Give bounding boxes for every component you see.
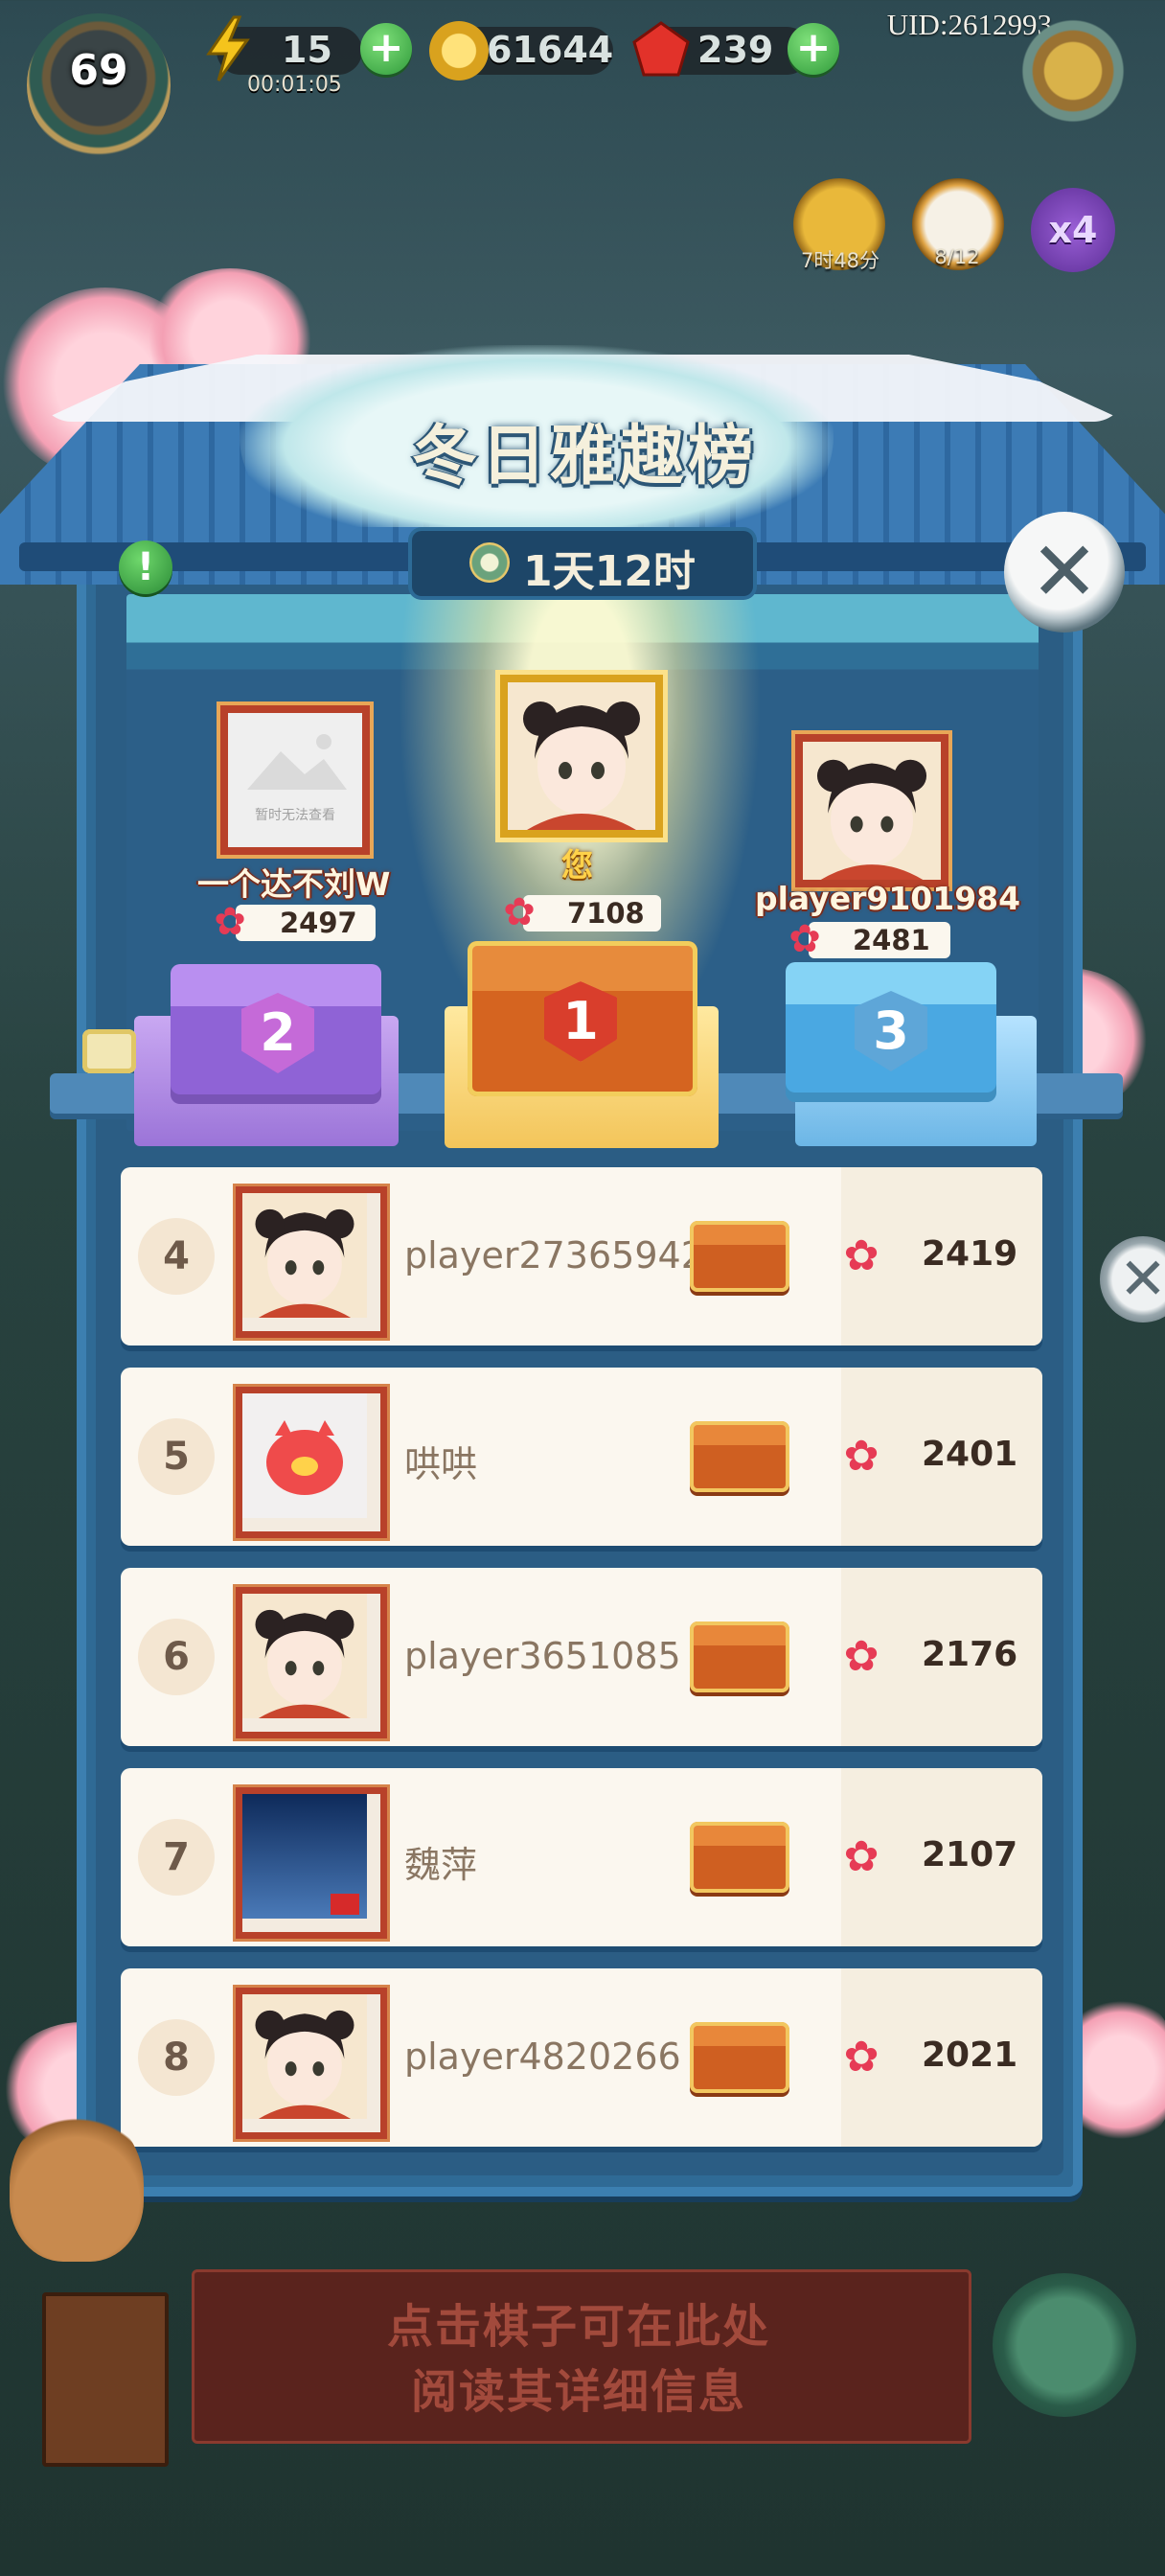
energy-count: 15: [282, 29, 332, 71]
energy-timer: 00:01:05: [247, 73, 342, 97]
plum-flower-icon: ✿: [843, 1231, 879, 1280]
girl-avatar-icon: [242, 1994, 380, 2123]
avatar-third[interactable]: [795, 734, 948, 887]
name-first: 您: [561, 846, 593, 884]
avatar-first[interactable]: [500, 675, 663, 838]
player-name: player27365942: [404, 1234, 704, 1276]
countdown-text: 1天12时: [523, 547, 696, 596]
pig-avatar-icon: [242, 1393, 380, 1522]
player-name: player3651085: [404, 1635, 681, 1677]
reward-chest-icon[interactable]: [690, 1622, 789, 1692]
row-avatar[interactable]: [236, 1988, 387, 2139]
gem-count: 239: [697, 29, 774, 71]
reward-chest-icon[interactable]: [690, 2022, 789, 2093]
capybara-decoration: [10, 2108, 144, 2262]
row-avatar[interactable]: [236, 1587, 387, 1738]
avatar-second[interactable]: 暂时无法查看: [220, 705, 370, 855]
reward-chest-icon[interactable]: [690, 1221, 789, 1292]
image-placeholder-icon: [228, 713, 362, 847]
palace-menu-button[interactable]: [1016, 12, 1131, 130]
clock-icon: [469, 542, 510, 583]
score-third: 2481: [853, 924, 930, 956]
rank-number: 5: [138, 1418, 215, 1495]
girl-avatar-icon: [803, 742, 941, 880]
girl-avatar-icon: [242, 1594, 380, 1722]
hint-line-1: 点击棋子可在此处: [386, 2300, 770, 2354]
plum-flower-icon: ✿: [214, 900, 246, 944]
speed-multiplier-button[interactable]: x4: [1031, 188, 1115, 272]
player-level: 69: [69, 46, 128, 95]
plum-flower-icon: ✿: [503, 890, 536, 934]
cat-event-count: 8/12: [934, 245, 980, 268]
player-score: 2401: [922, 1435, 1018, 1474]
add-gem-button[interactable]: +: [788, 23, 839, 75]
plum-flower-icon: ✿: [843, 2033, 879, 2082]
reward-chest-icon[interactable]: [690, 1421, 789, 1492]
score-first: 7108: [567, 897, 645, 930]
score-second: 2497: [280, 907, 357, 939]
plum-flower-icon: ✿: [843, 1632, 879, 1681]
player-score: 2176: [922, 1635, 1018, 1674]
pavilion-shortcut-button[interactable]: [993, 2273, 1136, 2417]
reward-chest-icon[interactable]: [690, 1822, 789, 1893]
player-score: 2107: [922, 1835, 1018, 1874]
side-close-icon: ✕: [1118, 1246, 1165, 1313]
player-name: 魏萍: [404, 1844, 478, 1886]
plum-flower-icon: ✿: [843, 1432, 879, 1481]
close-icon: ✕: [1029, 524, 1100, 620]
gem-icon: [630, 19, 692, 80]
rank-number: 4: [138, 1218, 215, 1295]
hint-line-2: 阅读其详细信息: [410, 2365, 746, 2419]
name-second: 一个达不刘W: [197, 865, 391, 903]
brush-event-timer: 7时48分: [800, 249, 880, 272]
row-avatar[interactable]: [236, 1186, 387, 1338]
info-button[interactable]: !: [119, 540, 172, 594]
avatar-unavailable-note: 暂时无法查看: [255, 808, 335, 823]
row-avatar[interactable]: [236, 1387, 387, 1538]
player-score: 2419: [922, 1234, 1018, 1274]
leaderboard-title: 冬日雅趣榜: [411, 419, 757, 494]
cabinet-decoration: [42, 2292, 169, 2467]
plum-flower-icon: ✿: [788, 917, 821, 961]
night-sky-avatar-icon: [242, 1794, 380, 1922]
player-score: 2021: [922, 2036, 1018, 2075]
coin-icon: [429, 21, 489, 80]
coin-count: 61644: [487, 29, 614, 71]
name-third: player9101984: [755, 880, 1021, 917]
rank-number: 6: [138, 1619, 215, 1695]
plum-flower-icon: ✿: [843, 1832, 879, 1881]
girl-avatar-icon: [242, 1193, 380, 1322]
player-name: 哄哄: [404, 1443, 478, 1485]
player-name: player4820266: [404, 2036, 681, 2078]
add-energy-button[interactable]: +: [360, 23, 412, 75]
rank-number: 7: [138, 1819, 215, 1896]
row-avatar[interactable]: [236, 1787, 387, 1939]
rank-number: 8: [138, 2019, 215, 2096]
tea-cup-decoration: [82, 1029, 136, 1073]
girl-avatar-icon: [508, 682, 655, 830]
